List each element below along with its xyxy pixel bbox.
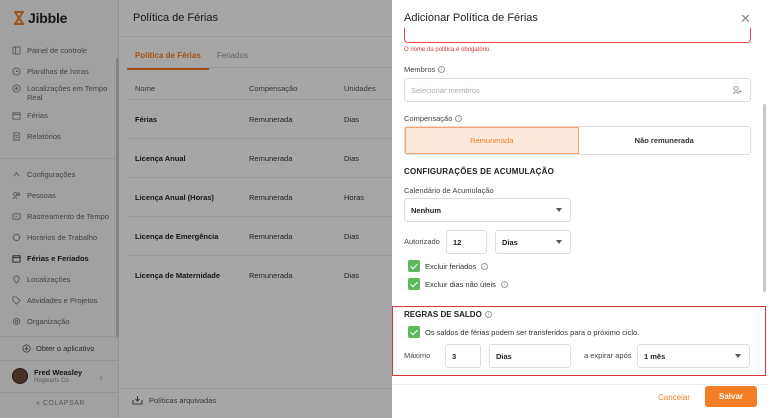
authorized-label: Autorizado bbox=[404, 237, 440, 246]
info-icon[interactable]: i bbox=[500, 280, 508, 288]
compensation-label-text: Compensação bbox=[404, 114, 453, 123]
close-icon[interactable]: ✕ bbox=[740, 12, 751, 25]
info-icon[interactable]: i bbox=[438, 66, 446, 73]
max-unit-field[interactable]: Dias bbox=[489, 344, 571, 368]
authorized-unit-select[interactable]: Dias bbox=[495, 230, 571, 254]
accrual-section-title: CONFIGURAÇÕES DE ACUMULAÇÃO bbox=[404, 167, 554, 176]
members-placeholder: Selecionar membros bbox=[411, 85, 480, 95]
checkbox-checked-icon[interactable] bbox=[408, 278, 420, 290]
authorized-unit-value: Dias bbox=[502, 237, 518, 247]
members-select[interactable]: Selecionar membros bbox=[404, 78, 751, 102]
authorized-amount-input[interactable]: 12 bbox=[446, 230, 487, 254]
carryover-label: Os saldos de férias podem ser transferid… bbox=[425, 327, 640, 337]
checkbox-checked-icon[interactable] bbox=[408, 260, 420, 272]
modal-backdrop[interactable] bbox=[0, 0, 392, 418]
expire-after-value: 1 mês bbox=[644, 351, 666, 361]
info-icon[interactable]: i bbox=[455, 115, 463, 122]
accrual-calendar-label: Calendário de Acumulação bbox=[404, 186, 494, 195]
authorized-amount-value: 12 bbox=[453, 237, 462, 247]
compensation-unpaid-option[interactable]: Não remunerada bbox=[579, 127, 751, 154]
compensation-paid-option[interactable]: Remunerada bbox=[405, 127, 579, 154]
members-label-text: Membros bbox=[404, 65, 436, 74]
exclude-nonworking-checkbox[interactable]: Excluir dias não úteis i bbox=[408, 278, 508, 290]
checkbox-checked-icon[interactable] bbox=[408, 326, 420, 338]
members-label: Membros i bbox=[404, 65, 446, 74]
save-button[interactable]: Salvar bbox=[705, 386, 757, 407]
balance-section-title-text: REGRAS DE SALDO bbox=[404, 310, 482, 319]
panel-footer-divider bbox=[392, 384, 768, 385]
exclude-nonworking-label: Excluir dias não úteis bbox=[425, 279, 496, 289]
caret-down-icon bbox=[556, 240, 562, 244]
max-unit-value: Dias bbox=[496, 351, 512, 361]
exclude-holidays-label: Excluir feriados bbox=[425, 261, 477, 271]
panel-scrollbar[interactable] bbox=[763, 104, 766, 292]
expire-after-select[interactable]: 1 mês bbox=[637, 344, 750, 368]
exclude-holidays-checkbox[interactable]: Excluir feriados i bbox=[408, 260, 489, 272]
policy-name-input[interactable] bbox=[404, 28, 751, 43]
max-amount-value: 3 bbox=[452, 351, 457, 361]
balance-section-title: REGRAS DE SALDO i bbox=[404, 310, 492, 319]
add-person-icon bbox=[732, 86, 742, 95]
expire-label: a expirar após bbox=[584, 351, 632, 360]
add-leave-policy-panel: Adicionar Política de Férias ✕ O nome da… bbox=[392, 0, 768, 418]
max-label: Máximo bbox=[404, 351, 431, 360]
compensation-toggle: Remunerada Não remunerada bbox=[404, 126, 751, 155]
info-icon[interactable]: i bbox=[481, 262, 489, 270]
caret-down-icon bbox=[735, 354, 741, 358]
policy-name-error: O nome da política é obrigatório. bbox=[404, 47, 492, 53]
compensation-label: Compensação i bbox=[404, 114, 463, 123]
max-amount-input[interactable]: 3 bbox=[445, 344, 481, 368]
caret-down-icon bbox=[556, 208, 562, 212]
cancel-button[interactable]: Cancelar bbox=[658, 387, 690, 407]
accrual-calendar-select[interactable]: Nenhum bbox=[404, 198, 571, 222]
info-icon[interactable]: i bbox=[484, 311, 492, 318]
carryover-checkbox[interactable]: Os saldos de férias podem ser transferid… bbox=[408, 326, 639, 338]
accrual-calendar-value: Nenhum bbox=[411, 205, 441, 215]
panel-title: Adicionar Política de Férias bbox=[404, 12, 538, 24]
